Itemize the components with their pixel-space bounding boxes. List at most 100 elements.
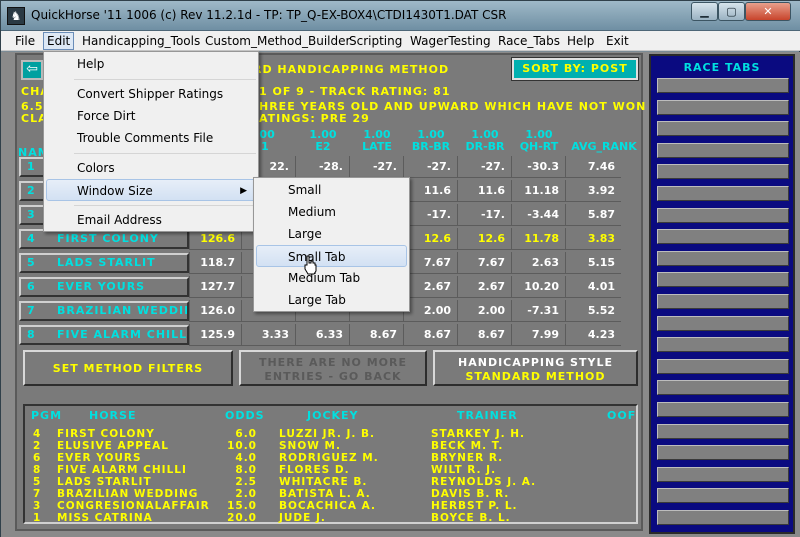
entry-horse: FIRST COLONY	[57, 428, 155, 440]
entry-jockey: JUDE J.	[279, 512, 326, 524]
hand-cursor-icon	[304, 255, 317, 275]
col-header-br-br[interactable]: 1.00 BR-BR	[405, 129, 457, 153]
entry-pgm: 1	[33, 512, 42, 524]
entries-header-odds: ODDS	[225, 409, 265, 422]
race-tab-button[interactable]	[657, 78, 789, 93]
entry-trainer: BECK M. T.	[431, 440, 504, 452]
col-header-dr-br[interactable]: 1.00 DR-BR	[459, 129, 511, 153]
menu-edit[interactable]: Edit	[43, 32, 75, 50]
col-header-avg-rank[interactable]: AVG_RANK	[569, 141, 639, 153]
entry-pgm: 4	[33, 428, 42, 440]
horse-name-button[interactable]: 7 BRAZILIAN WEDDIN	[19, 301, 189, 321]
race-tab-button[interactable]	[657, 272, 789, 288]
edit-menu-email-address[interactable]: Email Address	[46, 209, 256, 231]
window-size-large-tab[interactable]: Large Tab	[256, 289, 407, 311]
entries-header-pgm: PGM	[31, 409, 63, 422]
window-size-small-tab[interactable]: Small Tab	[256, 245, 407, 267]
entry-odds: 15.0	[227, 500, 257, 512]
set-method-filters-button[interactable]: SET METHOD FILTERS	[23, 350, 233, 386]
entry-pgm: 7	[33, 488, 42, 500]
entry-horse: EVER YOURS	[57, 452, 142, 464]
race-info-line-1: 1 OF 9 - TRACK RATING: 81	[259, 85, 451, 98]
minimize-button[interactable]: ▁	[691, 2, 718, 21]
race-tab-button[interactable]	[657, 121, 789, 137]
col-header-qh-rt[interactable]: 1.00 QH-RT	[513, 129, 565, 153]
horse-name: BRAZILIAN WEDDIN	[57, 304, 189, 317]
table-cell: 12.6	[457, 228, 511, 250]
window-size-medium-tab[interactable]: Medium Tab	[256, 267, 407, 289]
window-size-small[interactable]: Small	[256, 179, 407, 201]
no-more-entries-button[interactable]: THERE ARE NO MORE ENTRIES - GO BACK	[239, 350, 427, 386]
table-cell: -17.	[403, 204, 457, 226]
race-tab-button[interactable]	[657, 99, 789, 115]
edit-menu-window-size[interactable]: Window Size ▶	[46, 179, 256, 201]
menu-custom-method-builder[interactable]: Custom_Method_Builder	[202, 33, 353, 49]
race-tab-button[interactable]	[657, 380, 789, 396]
entry-trainer: DAVIS B. R.	[431, 488, 510, 500]
table-cell: 5.52	[565, 300, 621, 322]
menu-wager-testing[interactable]: WagerTesting	[407, 33, 494, 49]
horse-name-button[interactable]: 4 FIRST COLONY	[19, 229, 189, 249]
menu-race-tabs[interactable]: Race_Tabs	[495, 33, 563, 49]
maximize-button[interactable]: ▢	[718, 2, 745, 21]
race-tab-button[interactable]	[657, 337, 789, 353]
close-button[interactable]: ✕	[745, 2, 791, 21]
edit-menu-force-dirt[interactable]: Force Dirt	[46, 105, 256, 127]
title-bar[interactable]: ♞ QuickHorse '11 1006 (c) Rev 11.2.1d - …	[1, 1, 800, 31]
race-tab-button[interactable]	[657, 423, 789, 439]
race-tab-button[interactable]	[657, 488, 789, 504]
race-tab-button[interactable]	[657, 142, 789, 158]
race-tabs-panel: RACE TABS	[649, 54, 795, 534]
menu-scripting[interactable]: Scripting	[346, 33, 405, 49]
race-tab-button[interactable]	[657, 510, 789, 525]
menu-exit[interactable]: Exit	[603, 33, 632, 49]
horse-name-button[interactable]: 6 EVER YOURS	[19, 277, 189, 297]
horse-name-button[interactable]: 8 FIVE ALARM CHILL	[19, 325, 189, 345]
window-size-large[interactable]: Large	[256, 223, 407, 245]
horse-name-button[interactable]: 5 LADS STARLIT	[19, 253, 189, 273]
table-cell: 2.63	[511, 252, 565, 274]
table-cell: 127.7	[189, 276, 241, 298]
race-tab-button[interactable]	[657, 229, 789, 245]
edit-menu-trouble-comments-file[interactable]: Trouble Comments File	[46, 127, 256, 149]
horse-app-icon[interactable]: ♞	[7, 7, 25, 25]
menu-separator	[74, 79, 256, 80]
window-size-medium[interactable]: Medium	[256, 201, 407, 223]
menu-help[interactable]: Help	[564, 33, 597, 49]
race-tab-button[interactable]	[657, 250, 789, 266]
menu-file[interactable]: File	[12, 33, 38, 49]
col-header-late[interactable]: 1.00 LATE	[351, 129, 403, 153]
race-tab-button[interactable]	[657, 358, 789, 374]
table-row[interactable]: 8 FIVE ALARM CHILL 125.9 3.33 6.33 8.67 8.67 8.…	[19, 324, 639, 346]
table-cell: 6.33	[295, 324, 349, 346]
edit-menu-dropdown: Help Convert Shipper Ratings Force Dirt …	[43, 51, 259, 232]
col-header-e2[interactable]: 1.00 E2	[297, 129, 349, 153]
horse-name: FIVE ALARM CHILL	[57, 328, 188, 341]
race-tab-button[interactable]	[657, 164, 789, 180]
menu-handicapping-tools[interactable]: Handicapping_Tools	[79, 33, 203, 49]
race-tab-button[interactable]	[657, 186, 789, 201]
race-tab-button[interactable]	[657, 466, 789, 482]
app-window: ♞ QuickHorse '11 1006 (c) Rev 11.2.1d - …	[0, 0, 800, 537]
entry-pgm: 5	[33, 476, 42, 488]
table-cell: -7.31	[511, 300, 565, 322]
race-tab-button[interactable]	[657, 445, 789, 461]
race-tab-button[interactable]	[657, 294, 789, 309]
race-tab-button[interactable]	[657, 315, 789, 331]
handicapping-style-button[interactable]: HANDICAPPING STYLE STANDARD METHOD	[433, 350, 638, 386]
table-cell: 2.00	[403, 300, 457, 322]
table-cell: 5.87	[565, 204, 621, 226]
back-arrow-icon[interactable]: ⇦	[21, 60, 43, 80]
race-tab-button[interactable]	[657, 402, 789, 417]
entry-pgm: 8	[33, 464, 42, 476]
sort-by-post-button[interactable]: SORT BY: POST	[511, 57, 639, 81]
entry-odds: 4.0	[235, 452, 257, 464]
table-cell: 5.15	[565, 252, 621, 274]
table-cell: 3.83	[565, 228, 621, 250]
edit-menu-convert-shipper-ratings[interactable]: Convert Shipper Ratings	[46, 83, 256, 105]
pgm-number: 4	[27, 232, 36, 245]
edit-menu-colors[interactable]: Colors	[46, 157, 256, 179]
edit-menu-help[interactable]: Help	[46, 53, 256, 75]
race-tab-button[interactable]	[657, 207, 789, 223]
table-cell: 8.67	[403, 324, 457, 346]
